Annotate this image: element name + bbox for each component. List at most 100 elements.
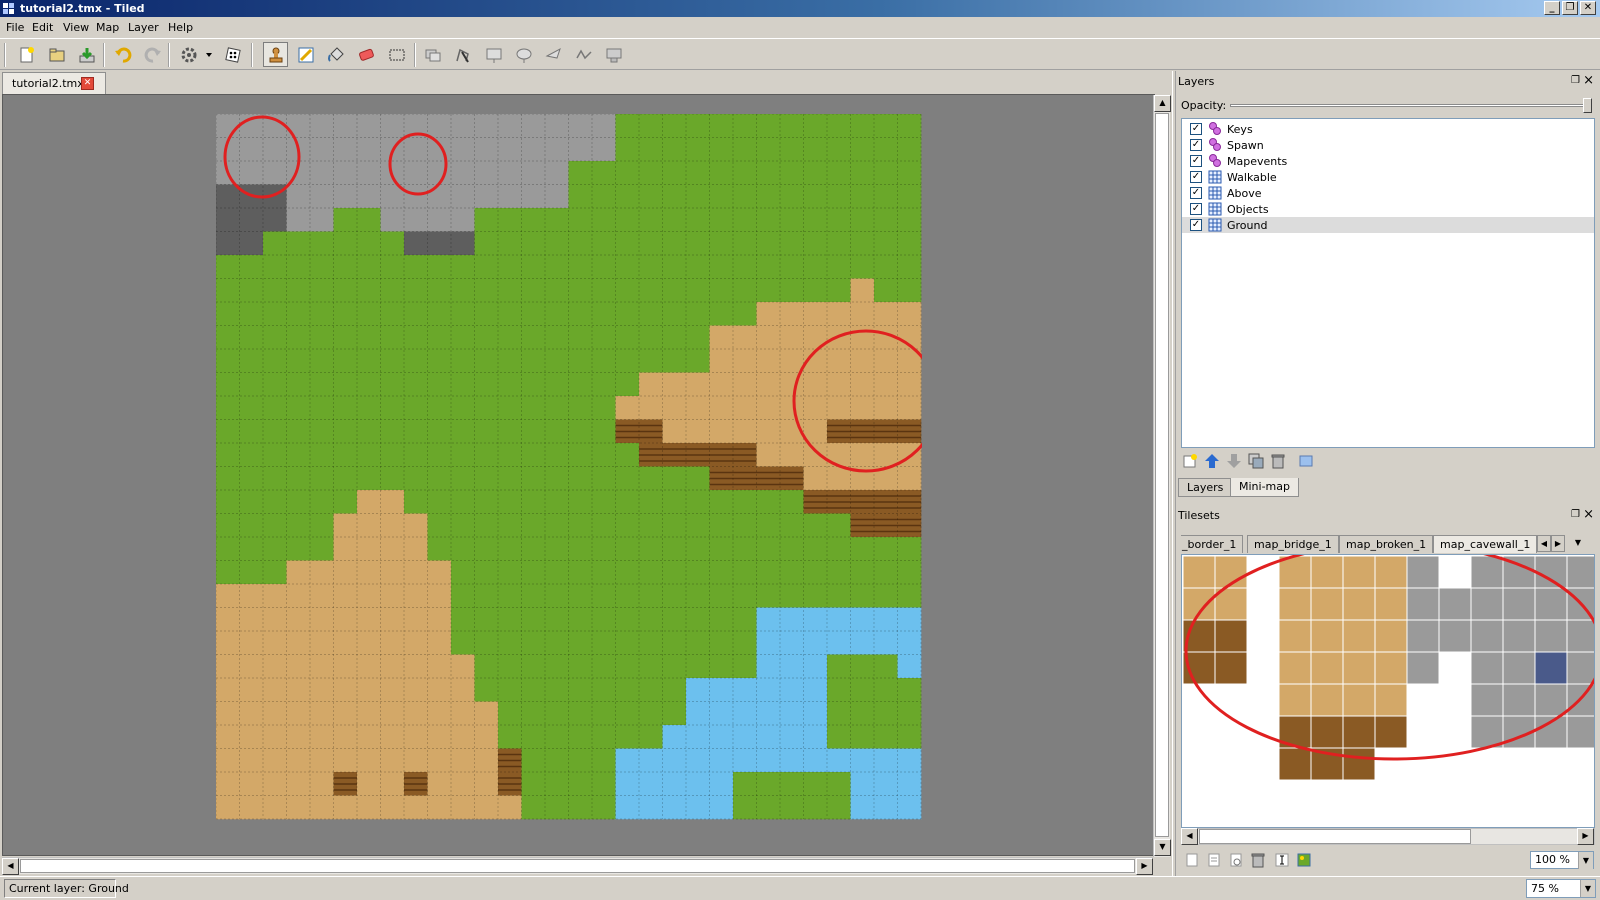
layer-row-objects[interactable]: ✓ Objects <box>1182 201 1594 217</box>
layer-visibility-checkbox[interactable]: ✓ <box>1190 203 1202 215</box>
sand-tile[interactable] <box>1310 651 1344 685</box>
sand-tile[interactable] <box>1374 619 1408 653</box>
sand-tile[interactable] <box>1278 587 1312 621</box>
select-objects-button[interactable] <box>420 42 445 67</box>
tab-tileset-border[interactable]: _border_1 <box>1181 535 1244 553</box>
dock-splitter[interactable] <box>1172 71 1176 876</box>
chevron-down-icon[interactable]: ▼ <box>1580 880 1595 897</box>
export-tileset-button[interactable] <box>1227 851 1245 869</box>
opacity-slider[interactable] <box>1230 104 1588 107</box>
scroll-down-button[interactable]: ▼ <box>1154 839 1171 856</box>
bucket-fill-button[interactable] <box>323 42 348 67</box>
layer-row-keys[interactable]: ✓ Keys <box>1182 121 1594 137</box>
tabs-scroll-right-button[interactable]: ▶ <box>1551 535 1565 552</box>
rock-tile[interactable] <box>1566 555 1595 589</box>
tileset-horizontal-scrollbar[interactable]: ◀ ▶ <box>1181 828 1595 845</box>
rock-tile[interactable] <box>1470 555 1504 589</box>
rock-tile[interactable] <box>1438 587 1472 621</box>
rock-tile[interactable] <box>1534 683 1568 717</box>
sand-tile[interactable] <box>1310 587 1344 621</box>
close-dock-icon[interactable]: × <box>1583 73 1594 88</box>
rock-tile[interactable] <box>1470 619 1504 653</box>
save-button[interactable] <box>74 42 99 67</box>
tab-tileset-cavewall[interactable]: map_cavewall_1 <box>1433 535 1538 553</box>
cliff-tile[interactable] <box>1310 715 1344 749</box>
tileset-scroll-thumb[interactable] <box>1199 829 1471 844</box>
menu-help[interactable]: Help <box>168 21 193 34</box>
rock-tile[interactable] <box>1566 651 1595 685</box>
tileset-scroll-left-button[interactable]: ◀ <box>1181 828 1198 845</box>
cliff-tile[interactable] <box>1342 715 1376 749</box>
cliff-tile[interactable] <box>1214 651 1248 685</box>
float-dock-icon[interactable]: ❐ <box>1571 75 1580 86</box>
layer-visibility-checkbox[interactable]: ✓ <box>1190 139 1202 151</box>
open-button[interactable] <box>44 42 69 67</box>
rock-tile[interactable] <box>1470 587 1504 621</box>
redo-button[interactable] <box>140 42 165 67</box>
float-dock-icon[interactable]: ❐ <box>1571 509 1580 520</box>
tileset-zoom-combo[interactable]: 100 % ▼ <box>1530 851 1594 869</box>
lower-layer-button[interactable] <box>1225 452 1243 470</box>
undo-button[interactable] <box>110 42 135 67</box>
sand-tile[interactable] <box>1342 619 1376 653</box>
import-tileset-button[interactable] <box>1205 851 1223 869</box>
map-horizontal-scrollbar[interactable]: ◀ ▶ <box>2 857 1153 875</box>
layer-visibility-checkbox[interactable]: ✓ <box>1190 187 1202 199</box>
map-zoom-combo[interactable]: 75 % ▼ <box>1526 879 1596 898</box>
layer-row-walkable[interactable]: ✓ Walkable <box>1182 169 1594 185</box>
sand-tile[interactable] <box>1342 555 1376 589</box>
stamp-brush-button[interactable] <box>263 42 288 67</box>
eraser-button[interactable] <box>353 42 378 67</box>
sand-tile[interactable] <box>1310 555 1344 589</box>
layer-row-above[interactable]: ✓ Above <box>1182 185 1594 201</box>
sand-tile[interactable] <box>1278 683 1312 717</box>
sand-tile[interactable] <box>1310 619 1344 653</box>
close-tab-button[interactable]: ✕ <box>81 77 94 90</box>
rename-tileset-button[interactable] <box>1273 851 1291 869</box>
new-map-button[interactable] <box>14 42 39 67</box>
rock-tile[interactable] <box>1534 587 1568 621</box>
sand-tile[interactable] <box>1374 651 1408 685</box>
rock-tile[interactable] <box>1470 651 1504 685</box>
rock-tile[interactable] <box>1534 619 1568 653</box>
new-tileset-button[interactable] <box>1183 851 1201 869</box>
remove-layer-button[interactable] <box>1269 452 1287 470</box>
scroll-right-button[interactable]: ▶ <box>1136 858 1153 875</box>
rock-tile[interactable] <box>1534 555 1568 589</box>
commands-button[interactable] <box>178 42 216 67</box>
rock-tile[interactable] <box>1406 619 1440 653</box>
random-mode-button[interactable] <box>220 42 245 67</box>
tileset-scroll-right-button[interactable]: ▶ <box>1577 828 1594 845</box>
scroll-left-button[interactable]: ◀ <box>2 858 19 875</box>
insert-tile-button[interactable] <box>601 42 626 67</box>
rock-tile[interactable] <box>1502 587 1536 621</box>
sand-tile[interactable] <box>1342 651 1376 685</box>
tabs-list-button[interactable]: ▼ <box>1571 535 1585 552</box>
rock-tile[interactable] <box>1406 587 1440 621</box>
cliff-tile[interactable] <box>1214 619 1248 653</box>
sand-tile[interactable] <box>1182 555 1216 589</box>
rock-tile[interactable] <box>1502 651 1536 685</box>
layer-visibility-checkbox[interactable]: ✓ <box>1190 123 1202 135</box>
cliff-tile[interactable] <box>1374 715 1408 749</box>
terrain-brush-button[interactable] <box>293 42 318 67</box>
close-button[interactable]: ✕ <box>1580 1 1596 15</box>
menu-map[interactable]: Map <box>96 21 119 34</box>
insert-polyline-button[interactable] <box>571 42 596 67</box>
map-vertical-scrollbar[interactable]: ▲ ▼ <box>1153 95 1171 857</box>
rock-tile[interactable] <box>1566 715 1595 749</box>
insert-ellipse-button[interactable] <box>511 42 536 67</box>
rock-tile[interactable] <box>1470 683 1504 717</box>
duplicate-layer-button[interactable] <box>1247 452 1265 470</box>
map-view[interactable] <box>2 94 1155 856</box>
tab-layers[interactable]: Layers <box>1178 478 1233 497</box>
layer-row-ground[interactable]: ✓ Ground <box>1182 217 1594 233</box>
sand-tile[interactable] <box>1278 651 1312 685</box>
sand-tile[interactable] <box>1278 619 1312 653</box>
selected-tile[interactable] <box>1534 651 1568 685</box>
rock-tile[interactable] <box>1502 619 1536 653</box>
restore-button[interactable]: ❐ <box>1562 1 1578 15</box>
layer-row-mapevents[interactable]: ✓ Mapevents <box>1182 153 1594 169</box>
remove-tileset-button[interactable] <box>1249 851 1267 869</box>
sand-tile[interactable] <box>1374 587 1408 621</box>
